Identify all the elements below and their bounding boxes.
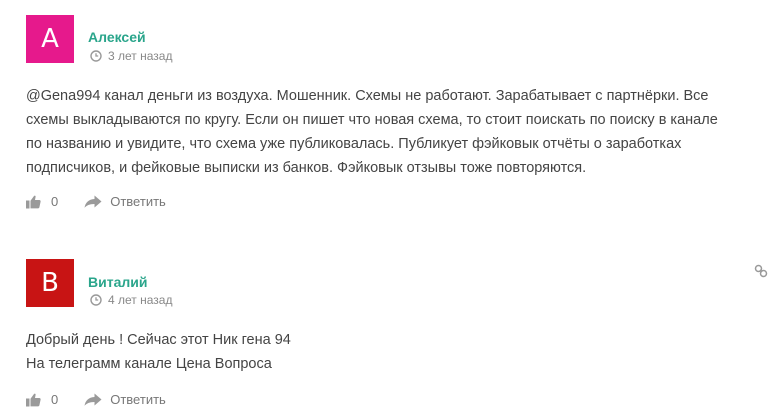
reply-arrow-icon — [84, 393, 102, 406]
link-icon[interactable] — [754, 264, 768, 278]
reply-button[interactable]: Ответить — [84, 392, 166, 407]
avatar-letter: B — [41, 268, 59, 298]
comment-actions: 0 Ответить — [26, 194, 166, 209]
comment-author[interactable]: Алексей — [88, 29, 146, 45]
avatar[interactable]: B — [26, 259, 74, 307]
comment-text-line: @Gena994 канал деньги из воздуха. Мошенн… — [26, 88, 709, 104]
comment-text: @Gena994 канал деньги из воздуха. Мошенн… — [26, 84, 726, 180]
comment-text: Добрый день ! Сейчас этот Ник гена 94 На… — [26, 328, 726, 376]
like-count: 0 — [51, 194, 59, 209]
clock-icon — [90, 50, 102, 62]
comment-text-line: схемы выкладываются по кругу. Если он пи… — [26, 112, 718, 128]
reply-button[interactable]: Ответить — [84, 194, 166, 209]
comment-text-line: подписчиков, и фейковые выписки из банко… — [26, 160, 587, 176]
like-button[interactable]: 0 — [26, 194, 58, 209]
comment-actions: 0 Ответить — [26, 392, 166, 407]
comment-meta: 3 лет назад — [90, 49, 172, 63]
avatar[interactable]: A — [26, 15, 74, 63]
comment-text-line: На телеграмм канале Цена Вопроса — [26, 356, 272, 372]
avatar-letter: A — [41, 24, 59, 54]
comment-time[interactable]: 4 лет назад — [108, 293, 172, 307]
comment-text-line: по названию и увидите, что схема уже пуб… — [26, 136, 682, 152]
comment-time[interactable]: 3 лет назад — [108, 49, 172, 63]
clock-icon — [90, 294, 102, 306]
like-count: 0 — [51, 392, 59, 407]
reply-arrow-icon — [84, 195, 102, 208]
thumbs-up-icon — [26, 195, 41, 208]
reply-label: Ответить — [110, 392, 166, 407]
like-button[interactable]: 0 — [26, 392, 58, 407]
comment-meta: 4 лет назад — [90, 293, 172, 307]
thumbs-up-icon — [26, 393, 41, 406]
comment-text-line: Добрый день ! Сейчас этот Ник гена 94 — [26, 332, 291, 348]
reply-label: Ответить — [110, 194, 166, 209]
comment-author[interactable]: Виталий — [88, 274, 147, 290]
